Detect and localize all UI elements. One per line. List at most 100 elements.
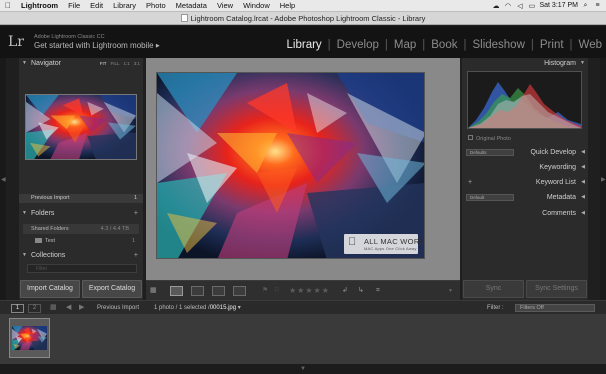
rotate-right-icon[interactable]: ↳ bbox=[358, 286, 364, 296]
sync-button[interactable]: Sync bbox=[463, 280, 524, 298]
people-view-icon[interactable] bbox=[233, 286, 246, 296]
menu-view[interactable]: View bbox=[212, 1, 238, 10]
export-catalog-button[interactable]: Export Catalog bbox=[82, 280, 142, 298]
chevron-down-icon[interactable]: ▾ bbox=[238, 305, 241, 311]
left-panel-grip[interactable]: ◀ bbox=[0, 58, 6, 300]
volume-icon[interactable]: ◁ bbox=[515, 2, 524, 10]
filmstrip-grip[interactable]: ▼ bbox=[0, 364, 606, 374]
module-slideshow[interactable]: Slideshow bbox=[466, 39, 530, 51]
menu-help[interactable]: Help bbox=[275, 1, 300, 10]
keywording-header[interactable]: Keywording ◀ bbox=[462, 162, 588, 173]
menu-edit[interactable]: Edit bbox=[85, 1, 108, 10]
add-keyword-icon[interactable]: + bbox=[468, 177, 472, 188]
notification-list-icon[interactable]: ≡ bbox=[593, 2, 602, 9]
rotate-left-icon[interactable]: ↲ bbox=[342, 286, 348, 296]
watermark-subtitle: MAC Apps One Click Away bbox=[364, 246, 417, 251]
reject-flag-icon[interactable]: ⚐ bbox=[274, 286, 280, 296]
collapse-triangle-icon: ▼ bbox=[22, 210, 27, 216]
sync-settings-button[interactable]: Sync Settings bbox=[526, 280, 587, 298]
navigator-header[interactable]: ▼ Navigator FIT FILL 1:1 3:1 bbox=[19, 58, 143, 69]
volume-item[interactable]: Shared Folders 4.3 / 4.4 TB bbox=[23, 224, 139, 234]
module-print[interactable]: Print bbox=[534, 39, 570, 51]
menu-window[interactable]: Window bbox=[238, 1, 275, 10]
add-collection-icon[interactable]: + bbox=[134, 250, 138, 261]
rating-stars[interactable]: ★★★★★ bbox=[289, 286, 330, 296]
folder-item-test[interactable]: Test 1 bbox=[23, 236, 139, 246]
window-title-bar: Lightroom Catalog.lrcat - Adobe Photosho… bbox=[0, 12, 606, 25]
compare-view-icon[interactable] bbox=[191, 286, 204, 296]
collections-header[interactable]: ▼ Collections + bbox=[19, 250, 143, 261]
grid-view-icon[interactable]: ▦ bbox=[150, 286, 157, 296]
filmstrip-thumbnail[interactable] bbox=[9, 318, 50, 358]
menu-file[interactable]: File bbox=[63, 1, 85, 10]
module-book[interactable]: Book bbox=[425, 39, 463, 51]
main-window-toggle[interactable]: 1 bbox=[11, 304, 24, 313]
metadata-preset-select[interactable]: Default bbox=[466, 194, 514, 201]
keyword-list-header[interactable]: + Keyword List ◀ bbox=[462, 177, 588, 188]
mobile-promo-text: Get started with Lightroom mobile bbox=[34, 41, 154, 50]
collections-filter-input[interactable]: Filter bbox=[27, 264, 137, 273]
menu-metadata[interactable]: Metadata bbox=[171, 1, 212, 10]
metadata-title: Metadata bbox=[546, 194, 576, 201]
crop-icon[interactable]: ⌗ bbox=[376, 286, 380, 296]
grid-icon[interactable]: ▦ bbox=[50, 303, 57, 313]
right-panel-buttons: Sync Sync Settings bbox=[462, 280, 588, 298]
apple-icon[interactable]:  bbox=[0, 1, 16, 10]
module-develop[interactable]: Develop bbox=[331, 39, 385, 51]
histogram-header[interactable]: Histogram ▼ bbox=[462, 58, 588, 69]
module-library[interactable]: Library bbox=[281, 39, 328, 51]
toolbar-menu-icon[interactable]: ▼ bbox=[448, 286, 453, 296]
play-arrow-icon: ▶ bbox=[155, 43, 160, 49]
histogram-curve bbox=[468, 82, 581, 128]
watermark-title: ALL MAC WORLD bbox=[364, 237, 425, 246]
volume-label: Shared Folders bbox=[31, 226, 69, 232]
menu-library[interactable]: Library bbox=[108, 1, 141, 10]
clock[interactable]: Sat 3:17 PM bbox=[539, 2, 578, 9]
survey-view-icon[interactable] bbox=[212, 286, 225, 296]
original-photo-checkbox[interactable] bbox=[468, 135, 473, 140]
menu-lightroom[interactable]: Lightroom bbox=[16, 1, 63, 10]
loupe-view:  ALL MAC WORLD MAC Apps One Click Away bbox=[146, 58, 460, 280]
mobile-promo-link[interactable]: Get started with Lightroom mobile ▶ bbox=[34, 41, 160, 50]
chevron-right-icon[interactable]: ▶ bbox=[79, 303, 84, 313]
navigator-title: Navigator bbox=[31, 60, 61, 67]
folders-header[interactable]: ▼ Folders + bbox=[19, 208, 143, 219]
previous-import-item[interactable]: Previous Import 1 bbox=[19, 194, 143, 203]
zoom-1-1[interactable]: 1:1 bbox=[123, 58, 129, 69]
filmstrip bbox=[0, 314, 606, 364]
quick-develop-header[interactable]: Defaults Quick Develop ◀ bbox=[462, 147, 588, 158]
navigator-preview[interactable] bbox=[25, 94, 137, 160]
chevron-left-icon[interactable]: ◀ bbox=[66, 303, 71, 313]
metadata-header[interactable]: Default Metadata ◀ bbox=[462, 192, 588, 203]
add-folder-icon[interactable]: + bbox=[134, 208, 138, 219]
module-web[interactable]: Web bbox=[573, 39, 602, 51]
module-picker: Library | Develop | Map | Book | Slideshow | … bbox=[281, 39, 602, 51]
filter-select[interactable]: Filters Off bbox=[515, 304, 595, 312]
secondary-window-toggle[interactable]: 2 bbox=[28, 304, 41, 313]
zoom-3-1[interactable]: 3:1 bbox=[134, 58, 140, 69]
comments-header[interactable]: Comments ◀ bbox=[462, 208, 588, 219]
saved-preset-select[interactable]: Defaults bbox=[466, 149, 514, 156]
right-panel: Histogram ▼ Original Photo Defaults Quic… bbox=[462, 58, 588, 300]
cloud-icon[interactable]: ☁ bbox=[491, 2, 500, 10]
zoom-fill[interactable]: FILL bbox=[110, 58, 119, 69]
histogram-title: Histogram bbox=[544, 60, 576, 67]
spotlight-icon[interactable]: ⌕ bbox=[581, 2, 590, 10]
battery-icon[interactable]: ▭ bbox=[527, 2, 536, 10]
navigator-image bbox=[26, 95, 136, 159]
zoom-fit[interactable]: FIT bbox=[100, 58, 107, 69]
loupe-view-icon[interactable] bbox=[170, 286, 183, 296]
collapse-triangle-icon: ▼ bbox=[22, 60, 27, 66]
histogram-graph bbox=[467, 71, 582, 129]
identity-plate: Lr Adobe Lightroom Classic CC Get starte… bbox=[0, 26, 606, 58]
import-catalog-button[interactable]: Import Catalog bbox=[20, 280, 80, 298]
main-photo[interactable]:  ALL MAC WORLD MAC Apps One Click Away bbox=[156, 72, 425, 259]
filmstrip-source[interactable]: Previous Import bbox=[97, 303, 139, 313]
thumbnail-image bbox=[12, 326, 47, 350]
module-map[interactable]: Map bbox=[388, 39, 422, 51]
right-panel-grip[interactable]: ▶ bbox=[600, 58, 606, 300]
original-photo-toggle[interactable]: Original Photo bbox=[468, 135, 511, 143]
wifi-icon[interactable]: ◠ bbox=[503, 2, 512, 10]
menu-photo[interactable]: Photo bbox=[141, 1, 171, 10]
flag-icon[interactable]: ⚑ bbox=[262, 286, 268, 296]
